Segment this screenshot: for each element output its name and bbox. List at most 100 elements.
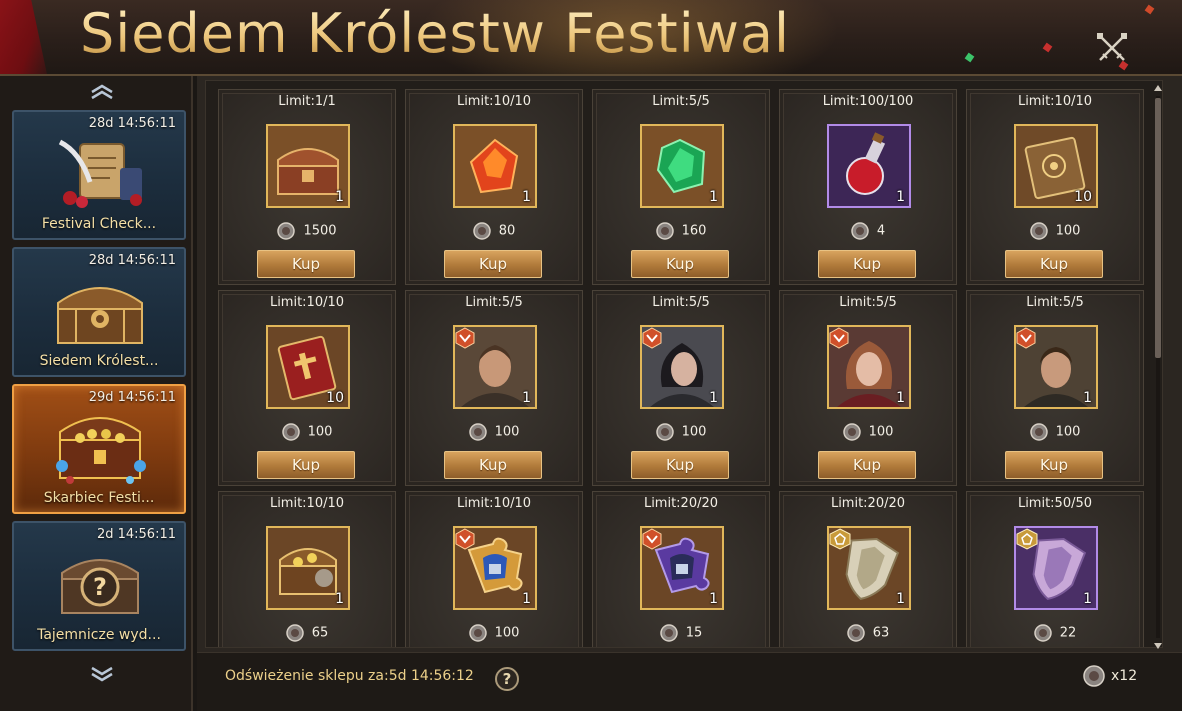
sidebar-scroll-up[interactable] xyxy=(88,84,116,100)
buy-button[interactable]: Kup xyxy=(631,250,729,278)
sidebar-item-festival-checkin[interactable]: 28d 14:56:11 Festival Check... xyxy=(12,110,186,240)
festival-coin-icon xyxy=(277,222,296,240)
shop-item-card: Limit:10/10 1 80 Kup xyxy=(405,89,583,285)
festival-coin-icon xyxy=(655,423,674,441)
festival-coin-icon xyxy=(1033,624,1052,642)
scroll-up-arrow-icon xyxy=(1154,85,1162,91)
sidebar-item-mystery[interactable]: 2d 14:56:11 ? Tajemnicze wyd... xyxy=(12,521,186,651)
item-icon-slot[interactable]: 1 xyxy=(827,124,911,208)
item-icon-slot[interactable]: 1 xyxy=(1014,325,1098,409)
item-price: 22 xyxy=(967,624,1143,642)
item-limit: Limit:5/5 xyxy=(839,295,897,310)
item-icon-slot[interactable]: 1 xyxy=(827,325,911,409)
buy-button[interactable]: Kup xyxy=(1005,250,1103,278)
header-banner: Siedem Królestw Festiwal xyxy=(0,0,1182,76)
item-limit: Limit:10/10 xyxy=(456,94,532,109)
sidebar: 28d 14:56:11 Festival Check... 28d 14:56… xyxy=(0,76,193,711)
chevron-up-icon xyxy=(91,84,113,100)
festival-coin-icon xyxy=(281,423,300,441)
item-icon-slot[interactable]: 1 xyxy=(453,325,537,409)
refresh-timer: Odświeżenie sklepu za:5d 14:56:12 xyxy=(225,668,474,684)
confetti xyxy=(1042,42,1053,53)
currency-balance: x12 xyxy=(1083,665,1137,687)
shop-item-card: Limit:100/100 1 4 Kup xyxy=(779,89,957,285)
sidebar-item-festival-treasury[interactable]: 29d 14:56:11 Skarbiec Festi... xyxy=(12,384,186,514)
item-icon-slot[interactable]: 10 xyxy=(266,325,350,409)
shop-item-card: Limit:5/5 1 100 Kup xyxy=(405,290,583,486)
item-price: 100 xyxy=(967,222,1143,240)
item-quantity: 1 xyxy=(522,189,531,205)
scroll-down-arrow-icon xyxy=(1154,643,1162,649)
item-price: 63 xyxy=(780,624,956,642)
item-icon-slot[interactable]: 1 xyxy=(827,526,911,610)
scrollbar-thumb[interactable] xyxy=(1155,98,1161,358)
buy-button[interactable]: Kup xyxy=(257,250,355,278)
item-price: 80 xyxy=(406,222,582,240)
item-icon-slot[interactable]: 1 xyxy=(453,124,537,208)
item-limit: Limit:1/1 xyxy=(278,94,336,109)
item-quantity: 1 xyxy=(335,591,344,607)
item-price-value: 100 xyxy=(494,424,520,440)
item-icon-slot[interactable]: 1 xyxy=(640,124,724,208)
item-price: 100 xyxy=(406,423,582,441)
scroll-quill-icon xyxy=(58,139,142,208)
sidebar-item-label: Skarbiec Festi... xyxy=(43,490,155,506)
sidebar-scroll-down[interactable] xyxy=(88,666,116,682)
item-price-value: 65 xyxy=(311,625,329,641)
sidebar-item-label: Tajemnicze wyd... xyxy=(37,627,161,643)
item-quantity: 1 xyxy=(896,390,905,406)
item-icon-slot[interactable]: 1 xyxy=(453,526,537,610)
item-price-value: 100 xyxy=(868,424,894,440)
item-price-value: 160 xyxy=(681,223,707,239)
item-icon-slot[interactable]: 1 xyxy=(1014,526,1098,610)
item-price-value: 1500 xyxy=(303,223,337,239)
sidebar-item-seven-kingdoms[interactable]: 28d 14:56:11 Siedem Królest... xyxy=(12,247,186,377)
item-icon-slot[interactable]: 1 xyxy=(266,124,350,208)
buy-button[interactable]: Kup xyxy=(631,451,729,479)
item-quantity: 10 xyxy=(1074,189,1092,205)
hero-class-badge-icon xyxy=(455,327,475,349)
item-limit: Limit:50/50 xyxy=(1017,496,1093,511)
buy-button[interactable]: Kup xyxy=(818,451,916,479)
buy-button[interactable]: Kup xyxy=(444,451,542,479)
help-button[interactable]: ? xyxy=(495,667,519,691)
buy-button[interactable]: Kup xyxy=(1005,451,1103,479)
buy-button[interactable]: Kup xyxy=(444,250,542,278)
shop-footer: Odświeżenie sklepu za:5d 14:56:12 ? x12 xyxy=(197,652,1182,711)
item-price: 4 xyxy=(780,222,956,240)
item-icon-slot[interactable]: 1 xyxy=(266,526,350,610)
buy-button[interactable]: Kup xyxy=(257,451,355,479)
festival-coin-icon xyxy=(851,222,869,240)
shop-item-card: Limit:5/5 1 160 Kup xyxy=(592,89,770,285)
festival-coin-icon xyxy=(1029,423,1048,441)
buy-button[interactable]: Kup xyxy=(818,250,916,278)
item-quantity: 10 xyxy=(326,390,344,406)
sidebar-item-timer: 28d 14:56:11 xyxy=(88,253,176,268)
festival-coin-icon xyxy=(285,624,304,642)
item-icon-slot[interactable]: 10 xyxy=(1014,124,1098,208)
shop-item-card: Limit:20/20 1 15 xyxy=(592,491,770,647)
festival-coin-icon xyxy=(659,624,678,642)
close-button[interactable] xyxy=(1094,30,1130,66)
shop-item-card: Limit:5/5 1 100 Kup xyxy=(779,290,957,486)
item-quantity: 1 xyxy=(896,189,905,205)
item-quantity: 1 xyxy=(1083,390,1092,406)
shop-item-card: Limit:1/1 1 1500 Kup xyxy=(218,89,396,285)
treasure-chest-icon xyxy=(56,417,146,484)
item-icon-slot[interactable]: 1 xyxy=(640,526,724,610)
festival-coin-icon xyxy=(1083,665,1105,687)
item-limit: Limit:5/5 xyxy=(1026,295,1084,310)
hero-class-badge-icon xyxy=(642,528,662,550)
item-icon-slot[interactable]: 1 xyxy=(640,325,724,409)
golden-chest-icon xyxy=(57,287,143,344)
chevron-down-icon xyxy=(91,666,113,682)
shop-scrollbar[interactable] xyxy=(1153,84,1163,650)
crossed-swords-close-icon xyxy=(1097,33,1127,61)
item-quantity: 1 xyxy=(335,189,344,205)
item-price: 100 xyxy=(593,423,769,441)
red-ribbon-decoration xyxy=(0,0,51,74)
item-price-value: 100 xyxy=(307,424,333,440)
shop-item-card: Limit:5/5 1 100 Kup xyxy=(966,290,1144,486)
item-quantity: 1 xyxy=(709,591,718,607)
item-quantity: 1 xyxy=(709,390,718,406)
